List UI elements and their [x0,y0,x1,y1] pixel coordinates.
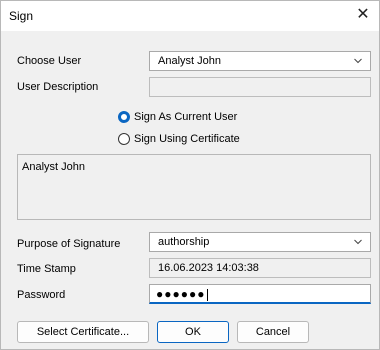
sign-dialog: Sign ✕ Choose User Analyst John User Des… [0,0,380,350]
radio-sign-current-user-label: Sign As Current User [134,111,238,123]
password-label: Password [17,289,66,301]
password-mask: ●●●●●● [156,287,206,301]
radio-sign-certificate-label: Sign Using Certificate [134,133,240,145]
ok-button[interactable]: OK [157,321,229,343]
purpose-value: authorship [158,236,210,248]
choose-user-value: Analyst John [158,55,221,67]
chevron-down-icon [354,58,362,64]
close-icon[interactable]: ✕ [355,5,371,25]
choose-user-label: Choose User [17,55,82,67]
timestamp-label: Time Stamp [17,263,76,275]
radio-sign-current-user[interactable]: Sign As Current User [118,109,237,125]
timestamp-field: 16.06.2023 14:03:38 [149,258,371,278]
window-title: Sign [9,9,34,23]
radio-sign-certificate[interactable]: Sign Using Certificate [118,131,240,147]
password-input[interactable]: ●●●●●● [149,284,371,304]
cancel-button[interactable]: Cancel [237,321,309,343]
radio-button-unchecked[interactable] [118,133,130,145]
signer-description-box: Analyst John [17,154,371,220]
choose-user-select[interactable]: Analyst John [149,51,371,71]
select-certificate-button[interactable]: Select Certificate... [17,321,149,343]
chevron-down-icon [354,239,362,245]
radio-button-checked[interactable] [118,111,130,123]
purpose-select[interactable]: authorship [149,232,371,252]
signer-description-text: Analyst John [22,161,85,173]
text-caret [206,288,208,301]
user-description-label: User Description [17,81,99,93]
title-bar: Sign ✕ [1,1,379,31]
user-description-field [149,77,371,97]
purpose-label: Purpose of Signature [17,238,121,250]
